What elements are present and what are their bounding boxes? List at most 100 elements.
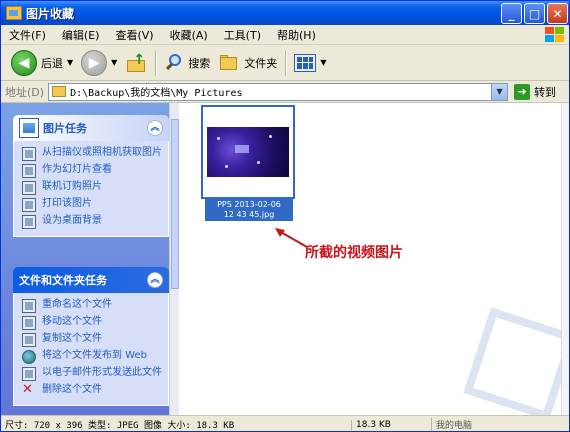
annotation-arrow-icon <box>275 228 308 248</box>
search-button[interactable]: 搜索 <box>160 48 214 78</box>
file-view-scrollbar[interactable] <box>561 103 569 415</box>
camera-icon <box>22 147 36 161</box>
file-tasks-header[interactable]: 文件和文件夹任务 ︽ <box>13 267 169 293</box>
move-icon <box>22 316 36 330</box>
back-button[interactable]: ◀ 后退 ▼ <box>7 48 77 78</box>
task-label: 联机订购照片 <box>42 181 102 192</box>
folders-label: 文件夹 <box>244 56 278 70</box>
toolbar-separator <box>285 49 287 76</box>
collapse-chevron-icon[interactable]: ︽ <box>147 272 163 288</box>
up-folder-icon: ↑ <box>125 52 147 74</box>
globe-icon <box>22 350 36 364</box>
task-publish-web[interactable]: 将这个文件发布到 Web <box>22 350 164 364</box>
picture-tasks-panel: 图片任务 ︽ 从扫描仪或照相机获取图片 作为幻灯片查看 联机订购照片 打印该图片… <box>13 115 169 237</box>
picture-tasks-header[interactable]: 图片任务 ︽ <box>13 115 169 141</box>
menu-file[interactable]: 文件(F) <box>1 27 54 43</box>
back-label: 后退 <box>41 56 63 70</box>
file-tasks-panel: 文件和文件夹任务 ︽ 重命名这个文件 移动这个文件 复制这个文件 将这个文件发布… <box>13 267 169 406</box>
copy-icon <box>22 333 36 347</box>
task-label: 重命名这个文件 <box>42 299 112 310</box>
slideshow-icon <box>22 164 36 178</box>
go-button[interactable]: ➜ 转到 <box>514 83 556 100</box>
picture-tasks-icon <box>19 118 39 138</box>
picture-tasks-title: 图片任务 <box>43 122 87 135</box>
thumbnail-frame <box>201 105 295 199</box>
forward-dropdown-icon[interactable]: ▼ <box>111 58 117 67</box>
task-slideshow[interactable]: 作为幻灯片查看 <box>22 164 164 178</box>
menu-tools[interactable]: 工具(T) <box>216 27 269 43</box>
task-email[interactable]: 以电子邮件形式发送此文件 <box>22 367 164 381</box>
menu-view[interactable]: 查看(V) <box>107 27 161 43</box>
printer-icon <box>22 198 36 212</box>
back-arrow-icon: ◀ <box>11 49 37 76</box>
task-label: 复制这个文件 <box>42 333 102 344</box>
video-screenshot-image <box>207 127 289 177</box>
task-copy[interactable]: 复制这个文件 <box>22 333 164 347</box>
file-thumbnail-item[interactable]: PPS 2013-02-06 12 43 45.jpg <box>201 105 295 221</box>
status-zone: 我的电脑 <box>431 418 472 431</box>
menu-help[interactable]: 帮助(H) <box>269 27 324 43</box>
file-name-line-2: 12 43 45.jpg <box>223 210 275 219</box>
back-dropdown-icon[interactable]: ▼ <box>67 58 73 67</box>
task-label: 作为幻灯片查看 <box>42 164 112 175</box>
annotation-text: 所截的视频图片 <box>305 245 403 261</box>
menu-bar: 文件(F) 编辑(E) 查看(V) 收藏(A) 工具(T) 帮助(H) <box>1 25 569 45</box>
file-view: PPS 2013-02-06 12 43 45.jpg 所截的视频图片 <box>179 103 569 421</box>
status-size: 18.3 KB <box>351 419 431 430</box>
task-order-prints[interactable]: 联机订购照片 <box>22 181 164 195</box>
views-dropdown-icon[interactable]: ▼ <box>320 58 326 67</box>
task-get-from-scanner[interactable]: 从扫描仪或照相机获取图片 <box>22 147 164 161</box>
order-prints-icon <box>22 181 36 195</box>
scrollbar-thumb[interactable] <box>171 119 179 289</box>
search-icon <box>164 53 184 73</box>
close-button[interactable]: ✕ <box>547 3 568 24</box>
file-tasks-list: 重命名这个文件 移动这个文件 复制这个文件 将这个文件发布到 Web 以电子邮件… <box>13 293 169 406</box>
windows-logo-icon <box>543 26 565 44</box>
explorer-window: 图片收藏 _ □ ✕ 文件(F) 编辑(E) 查看(V) 收藏(A) 工具(T)… <box>0 0 570 432</box>
file-name-label: PPS 2013-02-06 12 43 45.jpg <box>205 199 293 221</box>
task-set-background[interactable]: 设为桌面背景 <box>22 215 164 229</box>
task-delete[interactable]: ✕ 删除这个文件 <box>22 382 164 398</box>
menu-edit[interactable]: 编辑(E) <box>54 27 108 43</box>
caption-buttons: _ □ ✕ <box>501 3 568 24</box>
folders-icon <box>218 54 240 72</box>
rename-icon <box>22 299 36 313</box>
annotation: 所截的视频图片 <box>275 227 403 261</box>
forward-button[interactable]: ▶ ▼ <box>77 48 121 78</box>
minimize-button[interactable]: _ <box>501 3 522 24</box>
forward-arrow-icon: ▶ <box>81 49 108 76</box>
address-bar: 地址(D) D:\Backup\我的文档\My Pictures ▼ ➜ 转到 <box>1 81 569 103</box>
task-label: 打印该图片 <box>42 198 92 209</box>
menu-favorites[interactable]: 收藏(A) <box>162 27 216 43</box>
file-tasks-title: 文件和文件夹任务 <box>19 274 107 287</box>
folders-button[interactable]: 文件夹 <box>214 48 281 78</box>
up-folder-button[interactable]: ↑ <box>121 48 151 78</box>
window-title: 图片收藏 <box>26 6 75 21</box>
file-name-line-1: PPS 2013-02-06 <box>217 200 281 209</box>
views-button[interactable]: ▼ <box>290 48 330 78</box>
title-bar[interactable]: 图片收藏 _ □ ✕ <box>1 1 569 25</box>
maximize-button[interactable]: □ <box>524 3 545 24</box>
folder-icon <box>52 86 67 97</box>
task-pane-scrollbar[interactable] <box>169 103 179 415</box>
task-label: 以电子邮件形式发送此文件 <box>42 367 162 378</box>
pictures-folder-icon <box>6 6 22 20</box>
task-rename[interactable]: 重命名这个文件 <box>22 299 164 313</box>
collapse-chevron-icon[interactable]: ︽ <box>147 120 163 136</box>
delete-icon: ✕ <box>22 382 33 397</box>
address-path: D:\Backup\我的文档\My Pictures <box>70 88 243 99</box>
task-label: 删除这个文件 <box>42 384 102 395</box>
task-move[interactable]: 移动这个文件 <box>22 316 164 330</box>
address-dropdown-icon[interactable]: ▼ <box>491 83 508 100</box>
task-label: 从扫描仪或照相机获取图片 <box>42 147 162 158</box>
toolbar-separator <box>155 49 157 76</box>
address-input[interactable]: D:\Backup\我的文档\My Pictures ▼ <box>48 82 509 101</box>
task-label: 将这个文件发布到 Web <box>42 350 147 361</box>
task-print[interactable]: 打印该图片 <box>22 198 164 212</box>
address-label: 地址(D) <box>5 85 45 99</box>
picture-tasks-list: 从扫描仪或照相机获取图片 作为幻灯片查看 联机订购照片 打印该图片 设为桌面背景 <box>13 141 169 237</box>
search-label: 搜索 <box>188 56 211 70</box>
desktop-background-icon <box>22 215 36 229</box>
task-label: 设为桌面背景 <box>42 215 102 226</box>
status-details: 尺寸: 720 x 396 类型: JPEG 图像 大小: 18.3 KB <box>5 421 235 431</box>
